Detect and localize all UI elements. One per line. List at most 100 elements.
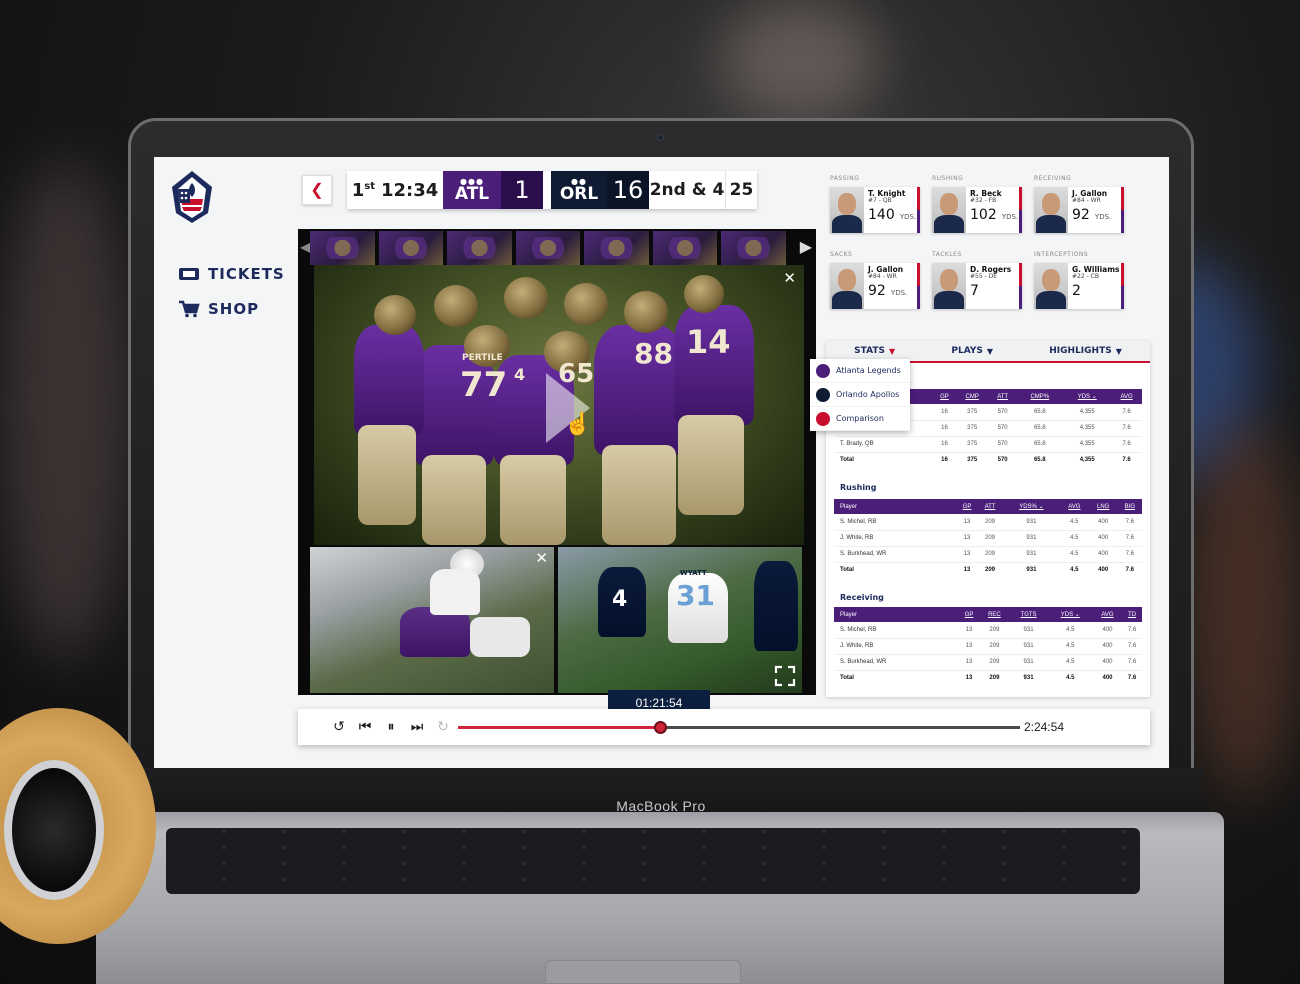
table-cell: 65.8: [1016, 404, 1064, 421]
video-thumbnail[interactable]: [310, 231, 375, 265]
tab-highlights[interactable]: HIGHLIGHTS ▼: [1049, 346, 1122, 356]
column-header[interactable]: BIG: [1117, 499, 1142, 514]
column-header[interactable]: AVG: [1092, 607, 1123, 622]
column-header[interactable]: ATT: [977, 499, 1003, 514]
table-cell: 13: [956, 546, 978, 563]
team-logo-icon: [816, 387, 830, 402]
player-figure: [422, 455, 486, 545]
table-total-row: Total 13 209 931 4.5 400 7.6: [834, 670, 1142, 686]
leader-card[interactable]: J. Gallon #84 - WR 92 YDS.: [1034, 187, 1124, 233]
column-header[interactable]: AVG: [1060, 499, 1089, 514]
table-row[interactable]: S. Burkhead, WR 13 209 931 4.5 400 7.6: [834, 654, 1142, 671]
leader-value: 140: [868, 206, 895, 223]
secondary-video-1[interactable]: ✕: [310, 547, 554, 693]
helmet: [564, 283, 608, 325]
video-thumbnail[interactable]: [652, 231, 718, 265]
column-header[interactable]: GP: [958, 607, 980, 622]
column-header[interactable]: TGTS: [1009, 607, 1048, 622]
nav-shop-label: SHOP: [208, 300, 260, 318]
tab-stats[interactable]: STATS ▼: [854, 346, 895, 356]
stadium-crowd: [1190, 420, 1300, 800]
nav-tickets[interactable]: TICKETS: [178, 265, 285, 283]
table-cell: 7.6: [1125, 567, 1134, 574]
video-thumbnail[interactable]: [378, 231, 444, 265]
leader-category: TACKLES: [932, 251, 962, 258]
column-header[interactable]: YDS ⌄: [1063, 389, 1112, 404]
timeline-scrubber[interactable]: [458, 721, 1020, 734]
table-row[interactable]: S. Michel, RB 13 209 931 4.5 400 7.6: [834, 514, 1142, 531]
column-header[interactable]: YDS% ⌄: [1002, 499, 1060, 514]
column-header[interactable]: AVG: [1111, 389, 1142, 404]
dropdown-item[interactable]: Orlando Apollos: [810, 383, 910, 407]
back-button[interactable]: ❮: [302, 175, 332, 205]
player-figure: [754, 561, 798, 651]
column-header[interactable]: YDS ⌄: [1047, 607, 1093, 622]
secondary-video-2[interactable]: 4 WYATT 31: [558, 547, 802, 693]
leader-category: SACKS: [830, 251, 853, 258]
leader-card[interactable]: J. Gallon #84 - WR 92 YDS.: [830, 263, 920, 309]
table-header-row: Player GP REC TGTS YDS ⌄ AVG TD: [834, 607, 1142, 622]
leader-category: INTERCEPTIONS: [1034, 251, 1089, 258]
leader-position: #7 - QB: [868, 197, 892, 205]
away-team[interactable]: ●● ORL: [551, 171, 607, 209]
table-cell: 65.8: [1016, 436, 1064, 453]
pause-button[interactable]: ⏸: [378, 714, 404, 740]
rewind-5-button[interactable]: ↺: [326, 714, 352, 740]
table-row[interactable]: J. White, RB 13 209 931 4.5 400 7.6: [834, 530, 1142, 547]
video-thumbnail[interactable]: [721, 231, 787, 265]
previous-button[interactable]: ⏮: [352, 714, 378, 740]
table-row[interactable]: T. Brady, QB 16 375 570 65.8 4,355 7.6: [834, 436, 1142, 453]
close-icon[interactable]: ✕: [783, 269, 796, 287]
forward-5-button[interactable]: ↻: [430, 714, 456, 740]
next-button[interactable]: ⏭: [404, 714, 430, 740]
table-cell: J. White, RB: [834, 530, 957, 547]
leader-card[interactable]: R. Beck #32 - FB 102 YDS.: [932, 187, 1022, 233]
player-photo: [932, 263, 966, 309]
away-abbr: ORL: [559, 183, 599, 204]
player-figure: [602, 445, 676, 545]
leader-info: R. Beck #32 - FB 102 YDS.: [966, 187, 1019, 233]
stadium-light: [720, 0, 880, 120]
rushing-title: Rushing: [840, 483, 877, 492]
table-cell: 931: [1023, 675, 1034, 682]
home-team[interactable]: ●●● ATL: [443, 171, 501, 209]
dropdown-item[interactable]: Comparison: [810, 407, 910, 431]
column-header[interactable]: GP: [933, 389, 956, 404]
main-video[interactable]: PERTILE 77 65 14 4 88 ☝ ✕: [314, 265, 804, 545]
leader-card[interactable]: T. Knight #7 - QB 140 YDS.: [830, 187, 920, 233]
leader-card[interactable]: D. Rogers #55 - DE 7: [932, 263, 1022, 309]
leader-unit: YDS.: [1094, 212, 1112, 221]
player-shirt: [832, 291, 862, 309]
column-header[interactable]: GP: [956, 499, 978, 514]
nav-shop[interactable]: SHOP: [178, 300, 259, 318]
column-header[interactable]: LNG: [1088, 499, 1118, 514]
table-row[interactable]: S. Burkhead, WR 13 209 931 4.5 400 7.6: [834, 546, 1142, 563]
column-header[interactable]: CMP: [955, 389, 989, 404]
column-header[interactable]: ATT: [988, 389, 1017, 404]
column-header[interactable]: TD: [1122, 607, 1142, 622]
leader-card[interactable]: G. Williams #22 - CB 2: [1034, 263, 1124, 309]
table-row[interactable]: S. Michel, RB 13 209 931 4.5 400 7.6: [834, 622, 1142, 639]
tab-plays[interactable]: PLAYS ▼: [951, 346, 993, 356]
jersey-number: 4: [612, 587, 628, 612]
leader-position: #55 - DE: [970, 273, 998, 281]
dropdown-item[interactable]: Atlanta Legends: [810, 359, 910, 383]
timeline-knob[interactable]: [654, 721, 668, 734]
close-icon[interactable]: ✕: [535, 549, 548, 567]
chevron-right-icon[interactable]: ▶: [800, 237, 812, 257]
table-cell: Total: [840, 457, 854, 464]
table-row[interactable]: J. White, RB 13 209 931 4.5 400 7.6: [834, 638, 1142, 655]
video-thumbnail[interactable]: [515, 231, 581, 265]
video-thumbnail[interactable]: [584, 231, 649, 265]
video-thumbnail[interactable]: [447, 231, 512, 265]
player-photo: [830, 263, 864, 309]
column-header[interactable]: CMP%: [1016, 389, 1064, 404]
home-score: 1: [501, 171, 543, 209]
fullscreen-icon[interactable]: [774, 665, 796, 687]
table-cell: 13: [958, 654, 980, 671]
column-header[interactable]: REC: [979, 607, 1010, 622]
down-distance: 2nd & 4: [649, 180, 725, 200]
table-cell: 7.6: [1117, 514, 1142, 531]
player-figure: [678, 415, 744, 515]
league-logo[interactable]: [168, 169, 216, 225]
